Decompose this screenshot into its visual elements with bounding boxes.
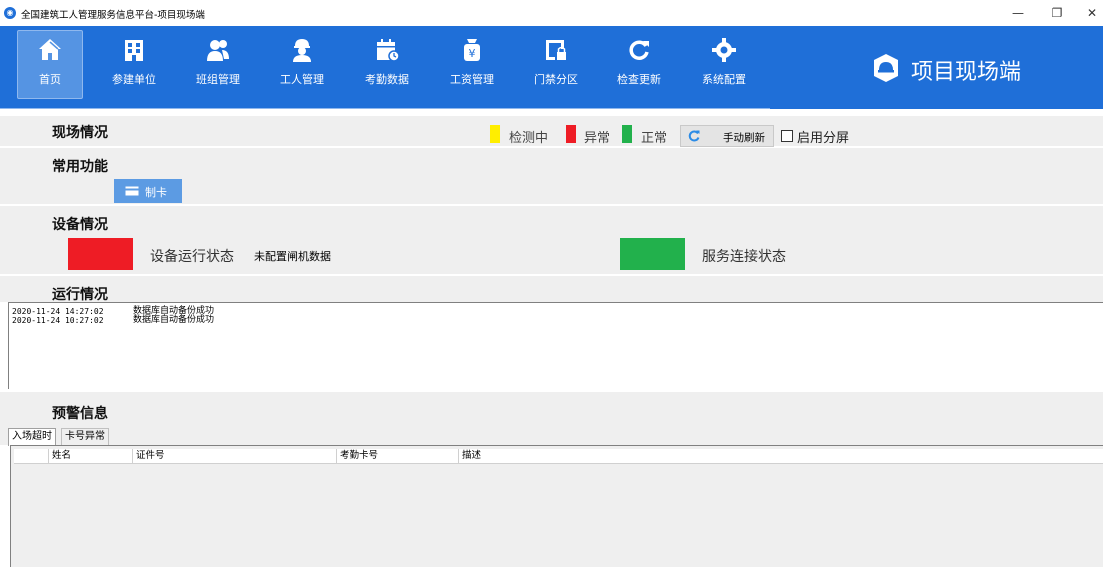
table-header-select (14, 449, 47, 463)
nav-participating-units[interactable]: 参建单位 (102, 31, 166, 96)
legend-detecting-swatch (490, 125, 500, 143)
column-header-attendance-card[interactable]: 考勤卡号 (336, 449, 458, 463)
table-header: 姓名 证件号 考勤卡号 描述 (14, 449, 1103, 464)
access-door-icon (546, 40, 566, 60)
device-section-title: 设备情况 (52, 217, 108, 233)
make-card-button[interactable]: 制卡 (114, 179, 182, 203)
shield-helmet-icon (874, 54, 898, 82)
nav-team-management-label: 班组管理 (196, 73, 240, 86)
alerts-section (0, 392, 1103, 445)
nav-worker-management[interactable]: 工人管理 (270, 31, 334, 96)
column-header-id-number[interactable]: 证件号 (132, 449, 336, 463)
column-header-name[interactable]: 姓名 (48, 449, 132, 463)
run-section-title: 运行情况 (52, 287, 108, 303)
service-status-label: 服务连接状态 (702, 249, 786, 265)
column-header-description[interactable]: 描述 (458, 449, 1102, 463)
nav-participating-units-label: 参建单位 (112, 73, 156, 86)
minimize-icon[interactable]: — (1003, 3, 1033, 23)
legend-normal-label: 正常 (641, 131, 668, 146)
nav-worker-management-label: 工人管理 (280, 73, 324, 86)
device-status-value: 未配置闸机数据 (254, 250, 331, 263)
window-title: 全国建筑工人管理服务信息平台-项目现场端 (21, 10, 205, 21)
svg-text:¥: ¥ (469, 47, 476, 60)
manual-refresh-label: 手动刷新 (723, 132, 765, 144)
manual-refresh-button[interactable]: 手动刷新 (680, 125, 774, 147)
restore-icon[interactable]: ❐ (1042, 3, 1072, 23)
make-card-label: 制卡 (145, 186, 167, 199)
nav-access-zones-label: 门禁分区 (534, 73, 578, 86)
nav-attendance-data-label: 考勤数据 (365, 73, 409, 86)
close-icon[interactable]: ✕ (1077, 3, 1103, 23)
nav-team-management[interactable]: 班组管理 (186, 31, 250, 96)
building-icon (125, 40, 143, 61)
split-screen-checkbox[interactable] (781, 130, 793, 142)
brand-name: 项目现场端 (911, 60, 1022, 85)
alerts-section-title: 预警信息 (52, 406, 108, 422)
legend-abnormal-label: 异常 (584, 131, 611, 146)
refresh-icon (688, 130, 700, 142)
legend-detecting-label: 检测中 (509, 131, 549, 146)
home-icon (39, 39, 61, 60)
nav-check-update[interactable]: 检查更新 (607, 31, 671, 96)
legend-abnormal-swatch (566, 125, 576, 143)
nav-check-update-label: 检查更新 (617, 73, 661, 86)
site-section-title: 现场情况 (52, 125, 108, 141)
common-functions-title: 常用功能 (52, 159, 108, 175)
service-status-indicator (620, 238, 685, 270)
nav-home-label: 首页 (39, 73, 61, 86)
log-time: 2020-11-24 10:27:02 (12, 316, 104, 325)
window-titlebar: ◉ 全国建筑工人管理服务信息平台-项目现场端 — ❐ ✕ (0, 0, 1103, 26)
gear-icon (712, 38, 736, 62)
nav-access-zones[interactable]: 门禁分区 (524, 31, 588, 96)
nav-system-config-label: 系统配置 (702, 73, 746, 86)
salary-icon: ¥ (464, 39, 480, 61)
site-section (0, 116, 1103, 146)
nav-system-config[interactable]: 系统配置 (692, 31, 756, 96)
run-section (0, 276, 1103, 302)
log-time: 2020-11-24 14:27:02 (12, 307, 104, 316)
main-nav: 首页 参建单位 班组管理 工人管理 考勤数据 ¥ 工资管理 门禁分区 检查更新 … (0, 26, 1103, 109)
tab-entry-timeout[interactable]: 入场超时 (8, 428, 56, 446)
run-log[interactable]: 2020-11-24 14:27:02 数据库自动备份成功 2020-11-24… (8, 302, 1103, 389)
nav-home[interactable]: 首页 (17, 30, 83, 99)
tab-card-number-abnormal[interactable]: 卡号异常 (61, 428, 109, 445)
legend-normal-swatch (622, 125, 632, 143)
card-icon (125, 186, 139, 196)
device-status-label: 设备运行状态 (150, 249, 234, 265)
app-icon: ◉ (4, 7, 16, 19)
alerts-table[interactable]: 姓名 证件号 考勤卡号 描述 (10, 445, 1103, 567)
nav-underline (0, 108, 770, 109)
log-message: 数据库自动备份成功 (133, 315, 215, 325)
refresh-icon (629, 40, 649, 60)
calendar-icon (377, 39, 400, 62)
worker-icon (293, 39, 311, 62)
split-screen-label: 启用分屏 (797, 131, 850, 146)
nav-salary-management[interactable]: ¥ 工资管理 (440, 31, 504, 96)
nav-attendance-data[interactable]: 考勤数据 (355, 31, 419, 96)
nav-salary-management-label: 工资管理 (450, 73, 494, 86)
team-icon (207, 40, 229, 61)
device-status-indicator (68, 238, 133, 270)
